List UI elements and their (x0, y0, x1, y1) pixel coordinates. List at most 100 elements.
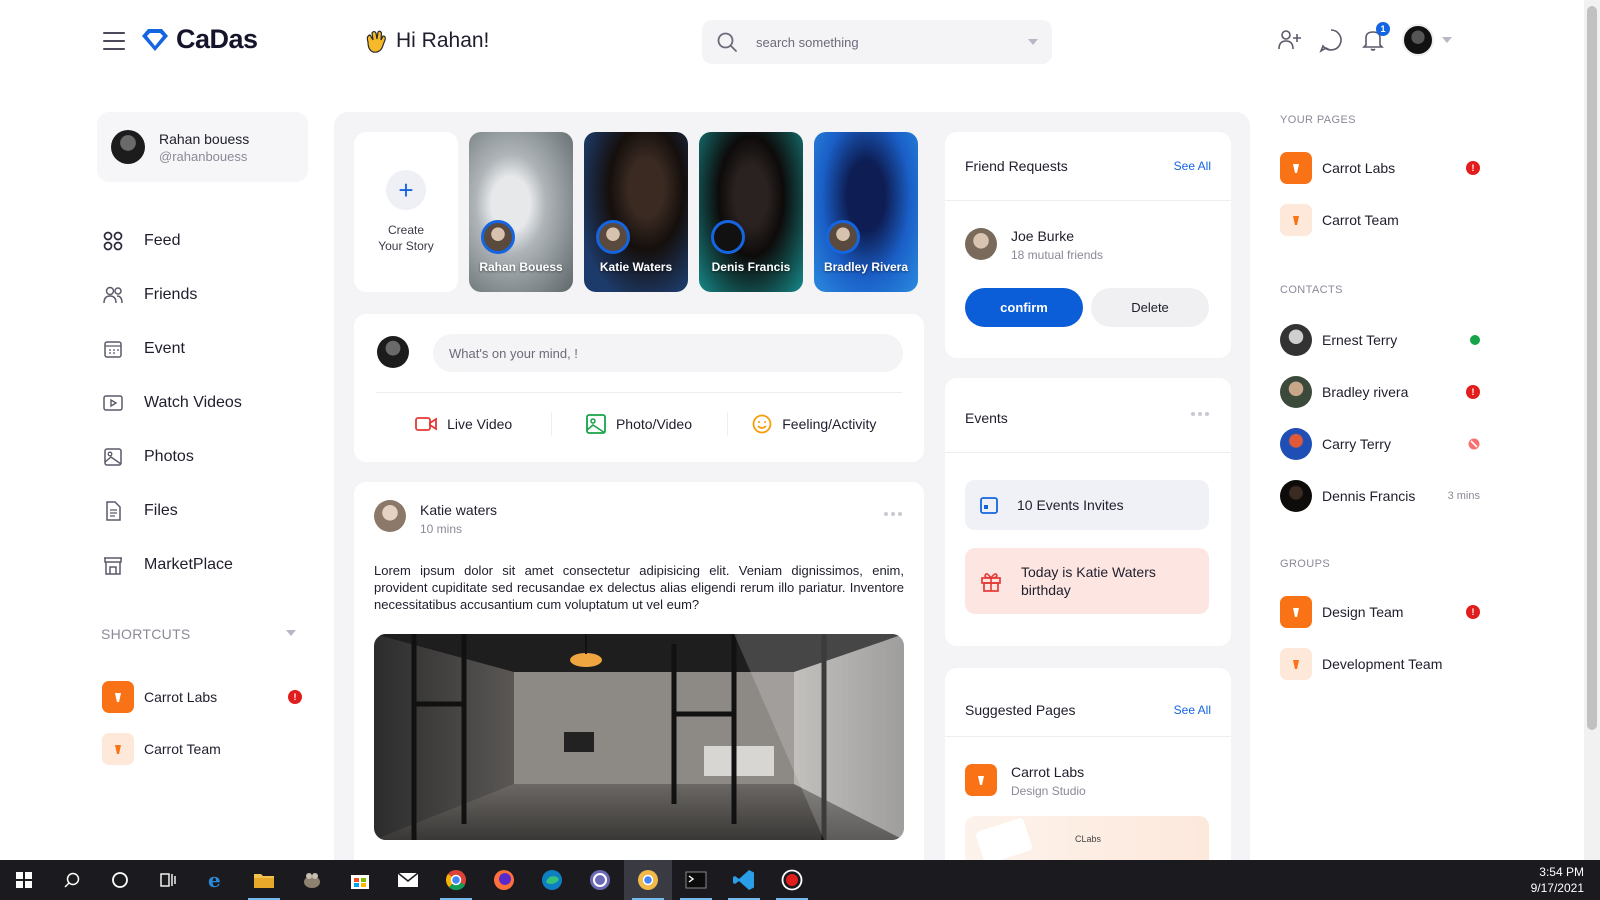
windows-start-icon[interactable] (0, 860, 48, 900)
profile-card[interactable]: Rahan bouess @rahanbouess (97, 112, 308, 182)
contact-item[interactable]: Ernest Terry (1280, 314, 1480, 366)
page-item-carrot-labs[interactable]: Carrot Labs ! (1280, 142, 1480, 194)
post-image[interactable] (374, 634, 904, 840)
file-explorer-icon[interactable] (240, 860, 288, 900)
add-friend-icon[interactable] (1276, 27, 1302, 53)
task-view-icon[interactable] (144, 860, 192, 900)
friend-requests-see-all-link[interactable]: See All (1174, 159, 1211, 173)
sidebar-item-event[interactable]: Event (102, 322, 242, 376)
contact-item[interactable]: Dennis Francis 3 mins (1280, 470, 1480, 522)
friend-request-avatar[interactable] (965, 228, 997, 260)
vscode-icon[interactable] (720, 860, 768, 900)
edge-legacy-icon[interactable]: e (192, 860, 240, 900)
post-author[interactable]: Katie waters (420, 502, 497, 518)
gimp-icon[interactable] (288, 860, 336, 900)
photo-video-button[interactable]: Photo/Video (551, 404, 726, 444)
delete-button[interactable]: Delete (1091, 288, 1209, 327)
suggested-pages-see-all-link[interactable]: See All (1174, 703, 1211, 717)
event-invites-item[interactable]: 10 Events Invites (965, 480, 1209, 530)
group-item-development-team[interactable]: Development Team (1280, 638, 1480, 690)
chat-icon[interactable] (1318, 27, 1344, 53)
chrome-icon[interactable] (432, 860, 480, 900)
gift-icon (981, 573, 1001, 592)
live-video-button[interactable]: Live Video (376, 404, 551, 444)
friend-request-name[interactable]: Joe Burke (1011, 228, 1074, 244)
birthday-item[interactable]: Today is Katie Waters birthday (965, 548, 1209, 614)
post-body: Lorem ipsum dolor sit amet consectetur a… (374, 563, 904, 612)
post-author-avatar[interactable] (374, 500, 406, 532)
whats-on-your-mind-input[interactable]: What's on your mind, ! (433, 334, 903, 372)
notification-bell-icon[interactable]: 1 (1360, 22, 1390, 53)
mail-icon[interactable] (384, 860, 432, 900)
shortcut-carrot-labs[interactable]: Carrot Labs ! (102, 671, 302, 723)
story-card[interactable]: Bradley Rivera (814, 132, 918, 292)
story-avatar (481, 220, 515, 254)
page-label: Carrot Labs (1322, 160, 1396, 176)
sidebar-item-feed[interactable]: Feed (102, 214, 242, 268)
sidebar-item-photos[interactable]: Photos (102, 430, 242, 484)
image-icon (586, 414, 606, 434)
terminal-icon[interactable] (672, 860, 720, 900)
story-avatar (596, 220, 630, 254)
story-name: Katie Waters (599, 260, 673, 274)
page-scrollbar[interactable] (1584, 0, 1600, 860)
taskbar-clock[interactable]: 3:54 PM 9/17/2021 (1531, 864, 1584, 896)
sidebar-item-files[interactable]: Files (102, 484, 242, 538)
story-card[interactable]: Denis Francis (699, 132, 803, 292)
events-more-icon[interactable] (1191, 412, 1209, 416)
contacts-heading: CONTACTS (1280, 284, 1343, 296)
shortcuts-toggle-icon[interactable] (286, 630, 296, 636)
cover-logo-text: CLabs (1075, 834, 1102, 844)
shortcut-carrot-team[interactable]: Carrot Team (102, 723, 302, 775)
story-card[interactable]: Rahan Bouess (469, 132, 573, 292)
clock-date: 9/17/2021 (1530, 881, 1584, 895)
groups-list: Design Team ! Development Team (1280, 586, 1480, 690)
confirm-button[interactable]: confirm (965, 288, 1083, 327)
sidebar-item-label: Event (144, 340, 185, 357)
feeling-activity-label: Feeling/Activity (782, 416, 877, 432)
story-card[interactable]: Katie Waters (584, 132, 688, 292)
suggested-page-subtitle: Design Studio (1011, 784, 1086, 798)
feeling-activity-button[interactable]: Feeling/Activity (726, 404, 902, 444)
media-app-icon[interactable] (576, 860, 624, 900)
events-card: Events 10 Events Invites Today is Katie … (945, 378, 1231, 646)
more-options-icon[interactable] (884, 512, 902, 516)
suggested-page-cover[interactable]: CLabs (965, 816, 1209, 860)
microsoft-store-icon[interactable] (336, 860, 384, 900)
sidebar-item-friends[interactable]: Friends (102, 268, 242, 322)
calendar-icon (980, 497, 998, 514)
profile-avatar (111, 130, 145, 164)
last-seen-time: 3 mins (1447, 490, 1480, 502)
alert-badge: ! (1466, 605, 1480, 619)
screen-recorder-icon[interactable] (768, 860, 816, 900)
profile-handle: @rahanbouess (159, 148, 248, 164)
user-avatar[interactable] (1402, 24, 1434, 56)
sidebar-item-watch-videos[interactable]: Watch Videos (102, 376, 242, 430)
group-item-design-team[interactable]: Design Team ! (1280, 586, 1480, 638)
firefox-icon[interactable] (480, 860, 528, 900)
contact-item[interactable]: Carry Terry (1280, 418, 1480, 470)
edge-icon[interactable] (528, 860, 576, 900)
menu-icon[interactable] (103, 32, 125, 50)
create-story-button[interactable]: + Create Your Story (354, 132, 458, 292)
carrot-page-icon (965, 764, 997, 796)
logo[interactable]: CaDas (140, 24, 258, 55)
sidebar-item-label: Watch Videos (144, 394, 242, 411)
taskbar-search-icon[interactable] (48, 860, 96, 900)
contact-item[interactable]: Bradley rivera ! (1280, 366, 1480, 418)
chrome-canary-icon[interactable] (624, 860, 672, 900)
search-input[interactable]: search something (756, 35, 1020, 50)
page-item-carrot-team[interactable]: Carrot Team (1280, 194, 1480, 246)
friend-requests-title: Friend Requests (965, 158, 1068, 174)
search-box[interactable]: search something (702, 20, 1052, 64)
divider (945, 736, 1231, 737)
suggested-page-name[interactable]: Carrot Labs (1011, 764, 1084, 780)
cortana-icon[interactable] (96, 860, 144, 900)
scrollbar-thumb[interactable] (1587, 6, 1597, 730)
search-dropdown-icon[interactable] (1028, 39, 1038, 45)
contact-name: Carry Terry (1322, 436, 1391, 452)
account-dropdown-icon[interactable] (1442, 37, 1452, 43)
carrot-page-icon (1280, 648, 1312, 680)
plus-icon: + (386, 170, 426, 210)
sidebar-item-marketplace[interactable]: MarketPlace (102, 538, 242, 592)
